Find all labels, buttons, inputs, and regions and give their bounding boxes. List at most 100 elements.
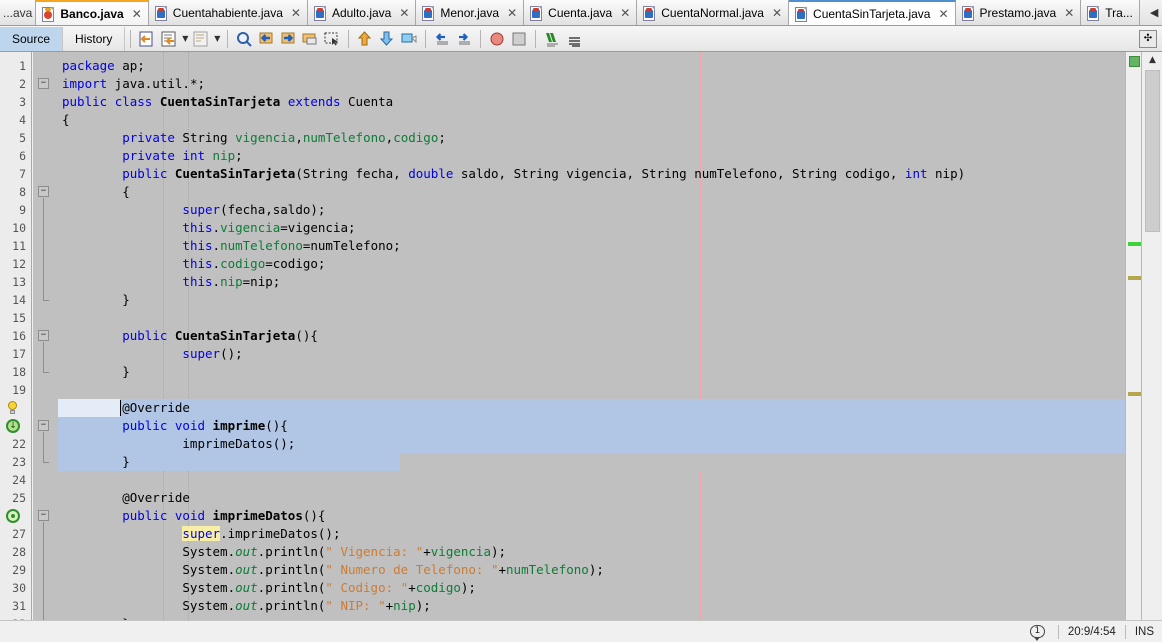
fold-line [43, 432, 44, 462]
toggle-rectangular-selection-icon[interactable] [321, 28, 343, 50]
code-line: { [62, 184, 130, 199]
close-icon[interactable]: ✕ [772, 7, 782, 19]
code-line: } [62, 292, 130, 307]
refactor-icon[interactable] [158, 28, 180, 50]
scrollbar-thumb[interactable] [1145, 70, 1160, 232]
fold-collapse-icon[interactable]: − [38, 510, 49, 521]
fold-line [43, 522, 44, 624]
find-selection-icon[interactable] [233, 28, 255, 50]
line-number-gutter[interactable]: 1 2 3 4 5 6 7 8 9 10 11 12 13 14 15 16 17 18 19 ↓ 22 23 24 25 27… [0, 52, 32, 631]
annotation-stripe[interactable] [1125, 52, 1141, 620]
cursor-position: 20:9/4:54 [1067, 625, 1116, 638]
line-number: 14 [12, 293, 26, 307]
shift-line-right-icon[interactable] [453, 28, 475, 50]
java-file-icon [154, 5, 169, 21]
fold-collapse-icon[interactable]: − [38, 78, 49, 89]
shift-line-left-icon[interactable] [431, 28, 453, 50]
editor-tab-adulto-java[interactable]: Adulto.java ✕ [307, 0, 417, 25]
close-icon[interactable]: ✕ [1064, 7, 1074, 19]
editor-tab-menor-java[interactable]: Menor.java ✕ [416, 0, 525, 25]
fold-collapse-icon[interactable]: − [38, 186, 49, 197]
editor-tab-cuenta-java[interactable]: Cuenta.java ✕ [524, 0, 638, 25]
notification-badge[interactable]: 1 [1029, 625, 1045, 641]
fold-end-marker [43, 372, 49, 373]
line-number: 9 [19, 203, 26, 217]
generate-icon[interactable] [190, 28, 212, 50]
close-icon[interactable]: ✕ [507, 7, 517, 19]
fold-collapse-icon[interactable]: − [38, 420, 49, 431]
line-number: 4 [19, 113, 26, 127]
line-number: 10 [12, 221, 26, 235]
overrides-method-ring-icon[interactable] [6, 509, 20, 523]
line-number: 13 [12, 275, 26, 289]
fold-end-marker [43, 300, 49, 301]
previous-error-icon[interactable] [354, 28, 376, 50]
editor-tab-banco-java[interactable]: Banco.java ✕ [36, 0, 149, 25]
code-line: System.out.println(" Numero de Telefono:… [62, 562, 604, 577]
line-number: 25 [12, 491, 26, 505]
close-icon[interactable]: ✕ [620, 7, 630, 19]
line-number: 5 [19, 131, 26, 145]
refactor-dropdown-icon[interactable]: ▼ [180, 34, 190, 43]
line-number: 31 [12, 599, 26, 613]
close-icon[interactable]: ✕ [291, 7, 301, 19]
toggle-bookmark-icon[interactable] [299, 28, 321, 50]
maximize-editor-icon[interactable]: ✣ [1139, 29, 1157, 48]
previous-bookmark-icon[interactable] [255, 28, 277, 50]
overrides-method-icon[interactable]: ↓ [6, 419, 20, 433]
code-editor[interactable]: 1 2 3 4 5 6 7 8 9 10 11 12 13 14 15 16 17 18 19 ↓ 22 23 24 25 27… [0, 52, 1162, 631]
editor-tab-cuentahabiente-java[interactable]: Cuentahabiente.java ✕ [148, 0, 308, 25]
fold-end-marker [43, 462, 49, 463]
code-line: @Override [62, 490, 190, 505]
fold-line [43, 342, 44, 372]
vertical-scrollbar[interactable]: ▲ [1141, 52, 1162, 620]
code-line: public CuentaSinTarjeta(String fecha, do… [122, 166, 966, 181]
tab-source[interactable]: Source [0, 26, 64, 51]
toggle-highlight-icon[interactable] [398, 28, 420, 50]
line-number: 23 [12, 455, 26, 469]
annotation-mark[interactable] [1128, 276, 1141, 280]
annotation-mark[interactable] [1128, 392, 1141, 396]
java-main-file-icon [42, 6, 56, 22]
java-file-icon [422, 5, 436, 21]
last-edit-icon[interactable] [136, 28, 158, 50]
close-icon[interactable]: ✕ [938, 8, 948, 20]
editor-tab-cuentasintarjeta-java[interactable]: CuentaSinTarjeta.java ✕ [789, 0, 956, 25]
editor-tab-label: CuentaSinTarjeta.java [813, 7, 931, 21]
editor-tab--ava[interactable]: ...ava [0, 0, 37, 25]
no-errors-indicator[interactable] [1129, 56, 1140, 67]
line-number: 7 [19, 167, 26, 181]
close-icon[interactable]: ✕ [399, 7, 409, 19]
fold-collapse-icon[interactable]: − [38, 330, 49, 341]
close-icon[interactable]: ✕ [132, 8, 142, 20]
code-line: public void imprime(){ [122, 418, 288, 433]
code-text-area[interactable]: package ap; import java.util.*; public cla… [58, 52, 1125, 620]
code-line: this.nip=nip; [182, 274, 281, 289]
generate-dropdown-icon[interactable]: ▼ [212, 34, 222, 43]
java-file-icon [795, 6, 809, 22]
fold-glyph-column[interactable]: − − − − − [33, 52, 58, 625]
tab-navigation-controls: ◀▶▼ [1139, 0, 1162, 25]
editor-tab-prestamo-java[interactable]: Prestamo.java ✕ [955, 0, 1082, 25]
code-line: super(fecha,saldo); [182, 202, 326, 217]
tab-history[interactable]: History [63, 26, 126, 51]
editor-tab-cuentanormal-java[interactable]: CuentaNormal.java ✕ [637, 0, 790, 25]
editor-tab-tra-[interactable]: Tra... [1081, 0, 1140, 25]
line-number: 19 [12, 383, 26, 397]
next-bookmark-icon[interactable] [277, 28, 299, 50]
uncomment-icon[interactable] [563, 28, 585, 50]
java-file-icon [643, 5, 657, 21]
stop-macro-recording-icon[interactable] [508, 28, 530, 50]
comment-icon[interactable] [541, 28, 563, 50]
code-line: super.imprimeDatos(); [182, 526, 341, 541]
code-line: System.out.println(" NIP: "+nip); [62, 598, 431, 613]
next-error-icon[interactable] [376, 28, 398, 50]
scroll-up-arrow[interactable]: ▲ [1142, 52, 1162, 68]
editor-tab-label: ...ava [3, 6, 33, 20]
toolbar-separator [348, 29, 350, 48]
hint-bulb-icon[interactable] [6, 401, 19, 415]
start-macro-recording-icon[interactable] [486, 28, 508, 50]
editor-tab-bar: ...ava Banco.java ✕ Cuentahabiente.java ✕ Adu… [0, 0, 1162, 26]
annotation-mark[interactable] [1128, 242, 1141, 246]
scroll-tabs-left-icon[interactable]: ◀ [1150, 7, 1158, 18]
